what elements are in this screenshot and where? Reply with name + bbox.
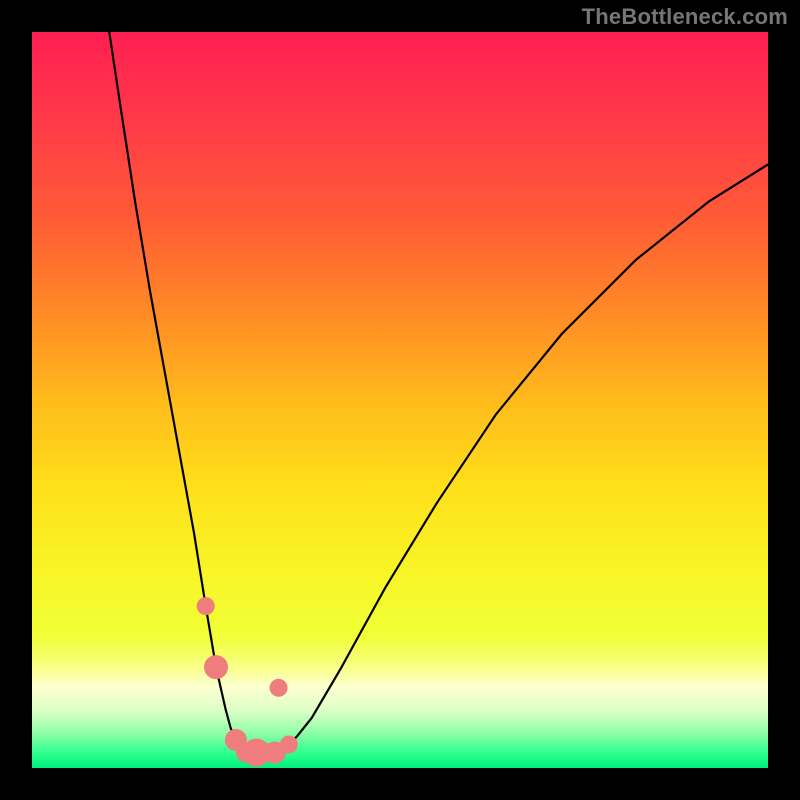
watermark-text: TheBottleneck.com: [582, 4, 788, 30]
plot-area: [32, 32, 768, 768]
chart-frame: TheBottleneck.com: [0, 0, 800, 800]
curve-left: [109, 32, 256, 753]
data-marker: [204, 655, 228, 679]
curve-right: [256, 164, 768, 752]
data-marker: [270, 679, 288, 697]
data-marker: [280, 735, 298, 753]
data-marker: [197, 597, 215, 615]
plot-svg: [32, 32, 768, 768]
marker-group: [197, 597, 298, 766]
